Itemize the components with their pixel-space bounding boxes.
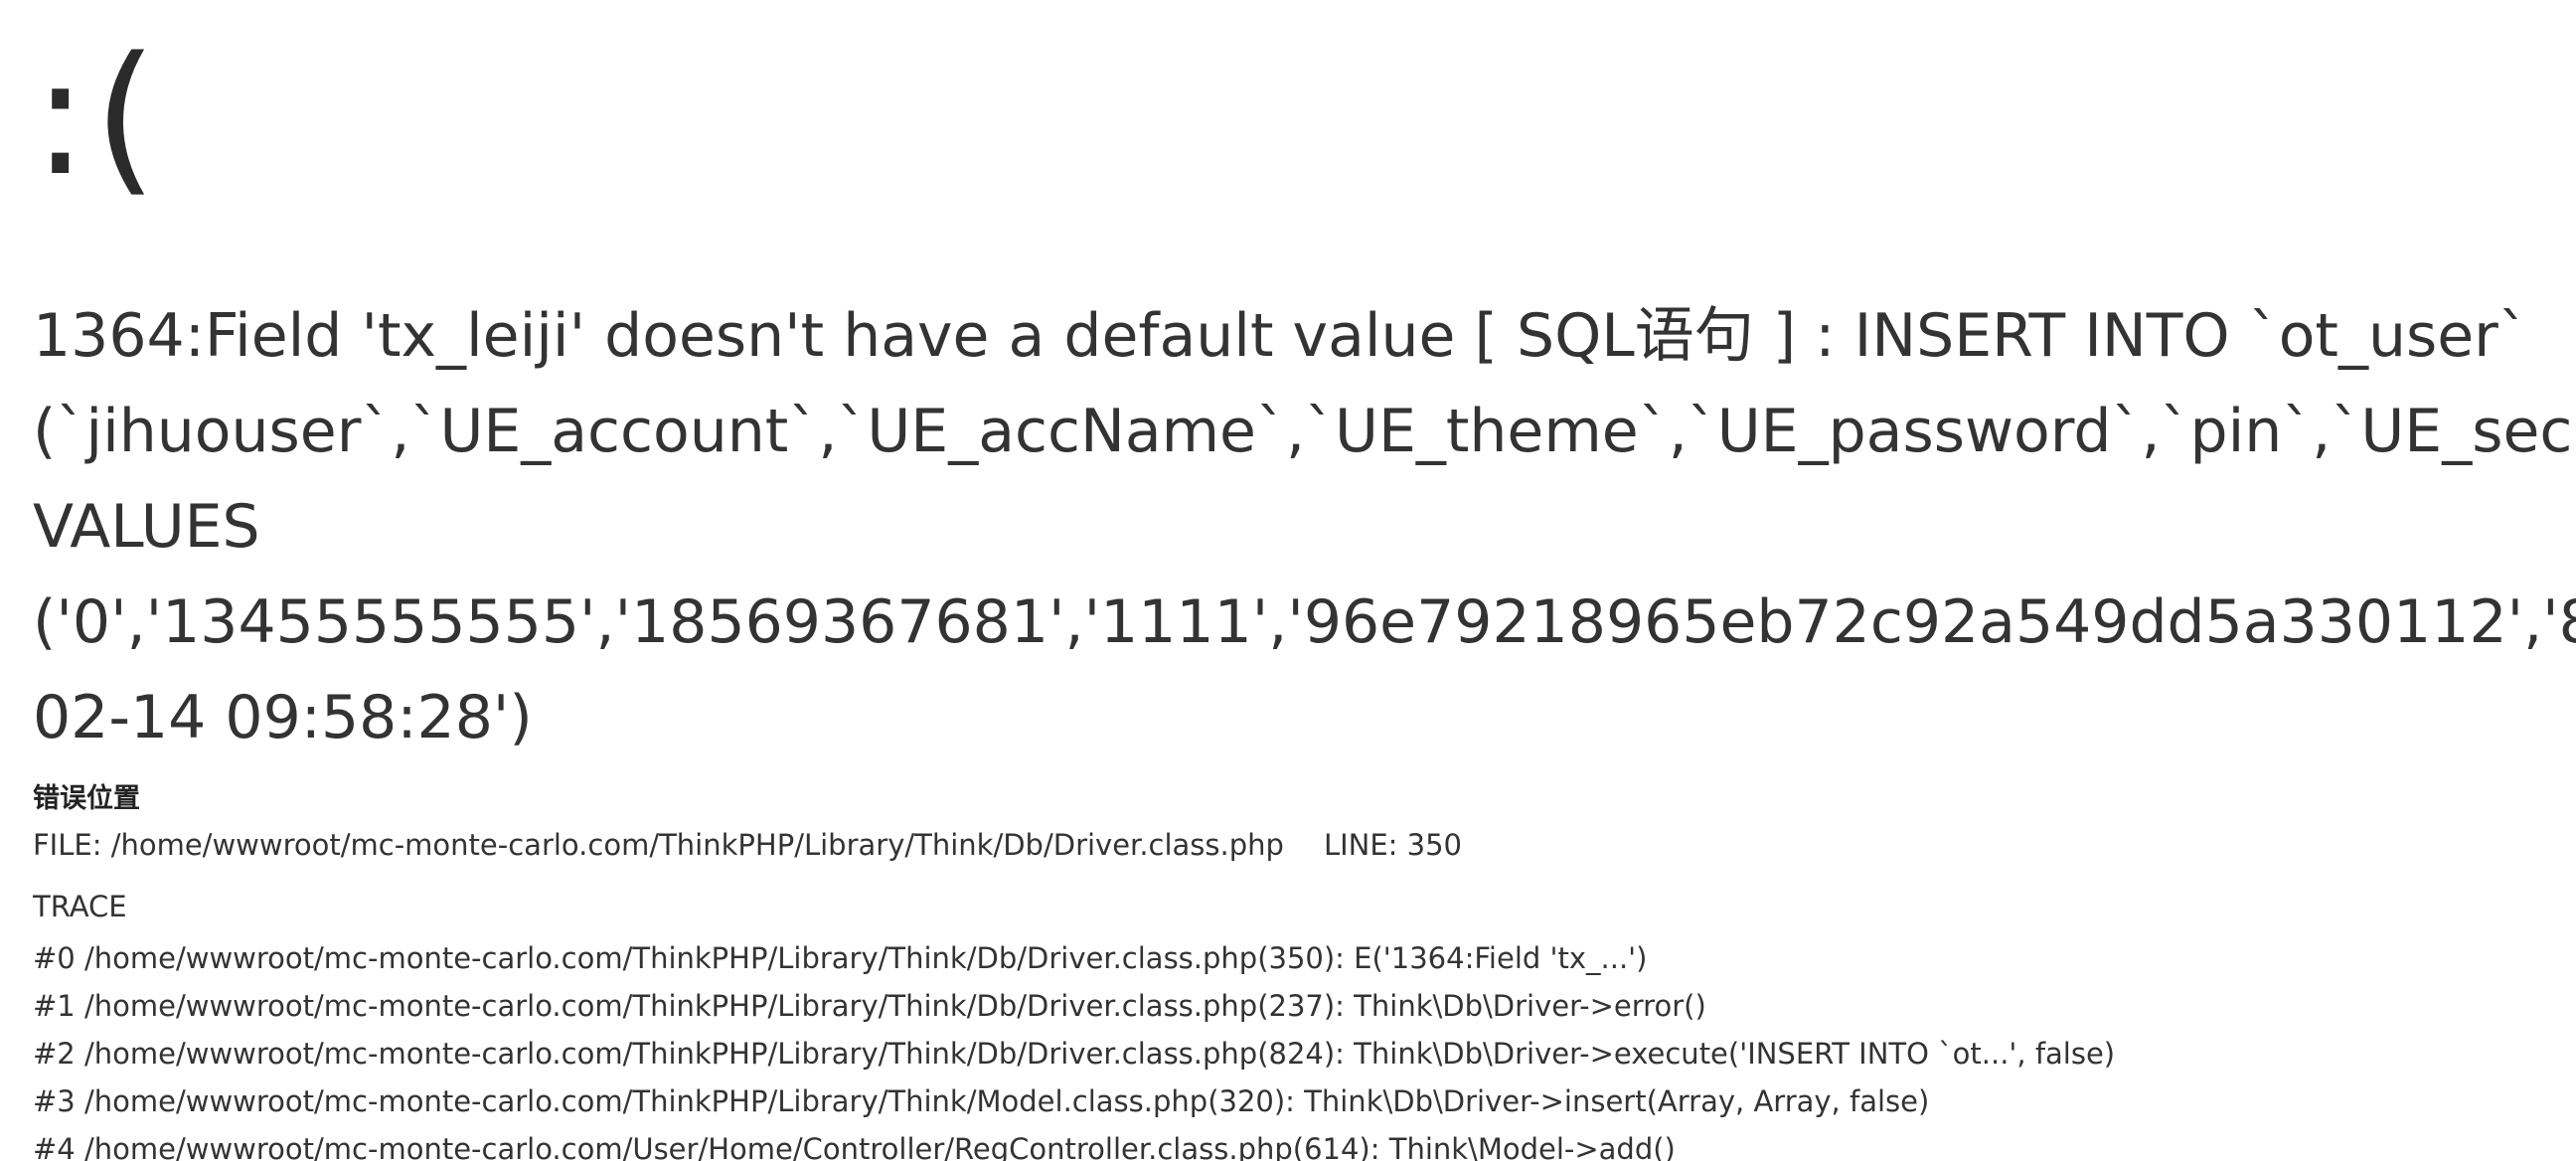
error-location-title: 错误位置: [33, 783, 140, 814]
error-line-number: LINE: 350: [1323, 828, 1463, 862]
error-file-line: FILE: /home/wwwroot/mc-monte-carlo.com/T…: [33, 827, 1462, 863]
error-page: :( 1364:Field 'tx_leiji' doesn't have a …: [33, 0, 2576, 1161]
error-message-line: 1364:Field 'tx_leiji' doesn't have a def…: [33, 301, 2528, 371]
trace-title: TRACE: [33, 890, 127, 923]
error-message-line: 02-14 09:58:28'): [33, 683, 533, 752]
error-message: 1364:Field 'tx_leiji' doesn't have a def…: [33, 288, 2576, 765]
error-file-path: FILE: /home/wwwroot/mc-monte-carlo.com/T…: [33, 828, 1284, 862]
trace-item: #4 /home/wwwroot/mc-monte-carlo.com/User…: [33, 1132, 1676, 1161]
trace-item: #2 /home/wwwroot/mc-monte-carlo.com/Thin…: [33, 1037, 2116, 1071]
trace-item: #1 /home/wwwroot/mc-monte-carlo.com/Thin…: [33, 989, 1706, 1023]
error-message-line: (`jihuouser`,`UE_account`,`UE_accName`,`…: [33, 397, 2576, 466]
trace-item: #0 /home/wwwroot/mc-monte-carlo.com/Thin…: [33, 941, 1648, 975]
error-message-line: ('0','13455555555','18569367681','1111',…: [33, 587, 2576, 657]
sad-face-emoticon: :(: [33, 22, 164, 212]
error-message-line: VALUES: [33, 492, 260, 562]
trace-item: #3 /home/wwwroot/mc-monte-carlo.com/Thin…: [33, 1084, 1930, 1118]
trace-list: #0 /home/wwwroot/mc-monte-carlo.com/Thin…: [33, 934, 2115, 1161]
